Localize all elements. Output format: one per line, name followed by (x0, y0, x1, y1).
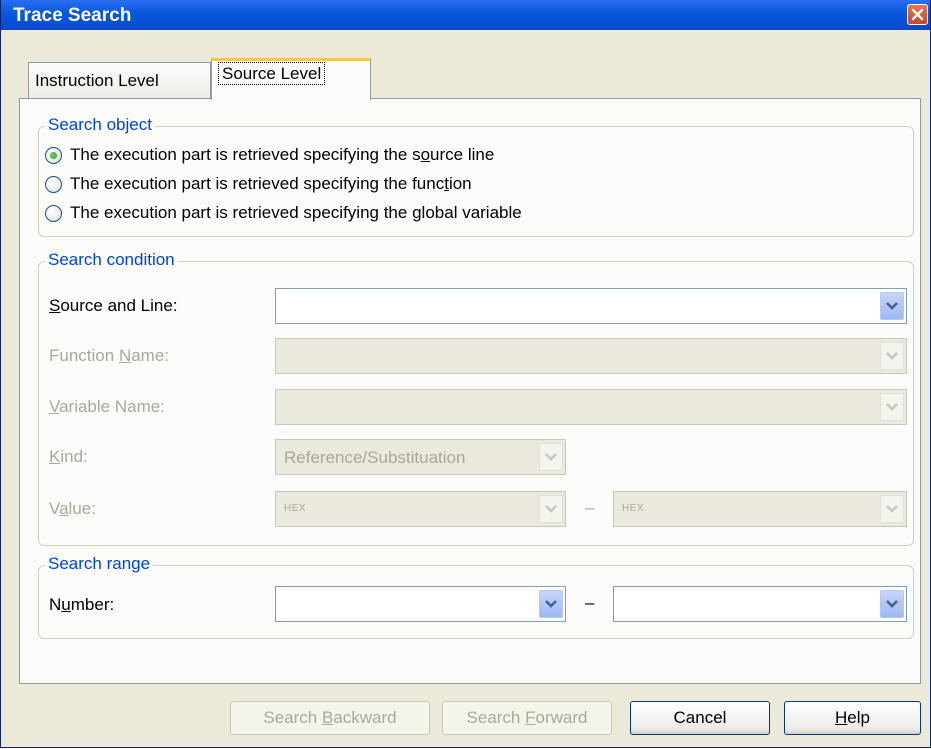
dropdown-button[interactable] (539, 590, 563, 618)
combo-value: Reference/Substituation (284, 448, 466, 467)
function-name-combo[interactable] (275, 338, 907, 374)
source-and-line-label: Source and Line: (49, 296, 178, 315)
search-forward-button[interactable]: Search Forward (442, 701, 612, 735)
search-condition-group: Search condition Source and Line: Functi… (38, 250, 914, 546)
combo-value: HEX (284, 503, 307, 514)
range-dash: – (585, 498, 595, 517)
radio-button[interactable] (45, 205, 62, 222)
value-from-combo[interactable]: HEX (275, 491, 566, 527)
chevron-down-icon (886, 403, 898, 411)
radio-selected-dot (50, 152, 57, 159)
tab-label: Source Level (218, 62, 326, 85)
chevron-down-icon (545, 505, 557, 513)
tab-source-level[interactable]: Source Level (211, 58, 371, 100)
dropdown-button[interactable] (880, 393, 904, 421)
tab-label: Instruction Level (35, 71, 159, 90)
tab-panel-source-level: Search object The execution part is retr… (19, 98, 921, 684)
chevron-down-icon (545, 453, 557, 461)
variable-name-label: Variable Name: (49, 397, 165, 416)
chevron-down-icon (886, 505, 898, 513)
source-and-line-combo[interactable] (275, 288, 907, 324)
group-legend: Search condition (45, 250, 178, 270)
help-button[interactable]: Help (784, 701, 921, 735)
radio-source-line[interactable]: The execution part is retrieved specifyi… (45, 145, 665, 169)
search-range-group: Search range Number: – (38, 554, 914, 639)
chevron-down-icon (886, 302, 898, 310)
value-label: Value: (49, 499, 96, 518)
function-name-label: Function Name: (49, 346, 170, 365)
kind-label: Kind: (49, 447, 88, 466)
number-from-combo[interactable] (275, 586, 566, 622)
combo-value: HEX (622, 503, 645, 514)
range-dash: – (585, 593, 595, 612)
radio-label: The execution part is retrieved specifyi… (70, 203, 522, 222)
group-legend: Search object (45, 115, 155, 135)
radio-global-variable[interactable]: The execution part is retrieved specifyi… (45, 203, 685, 227)
close-icon (911, 8, 924, 21)
number-label: Number: (49, 595, 115, 614)
radio-button[interactable] (45, 176, 62, 193)
dropdown-button[interactable] (539, 443, 563, 471)
group-legend: Search range (45, 554, 154, 574)
chevron-down-icon (886, 352, 898, 360)
window-title: Trace Search (13, 5, 132, 26)
search-backward-button[interactable]: Search Backward (230, 701, 430, 735)
chevron-down-icon (545, 600, 557, 608)
tab-instruction-level[interactable]: Instruction Level (28, 62, 211, 98)
cancel-button[interactable]: Cancel (630, 701, 770, 735)
radio-button[interactable] (45, 147, 62, 164)
trace-search-dialog: Trace Search Instruction Level Source Le… (0, 0, 931, 748)
value-to-combo[interactable]: HEX (613, 491, 907, 527)
dropdown-button[interactable] (880, 495, 904, 523)
dropdown-button[interactable] (539, 495, 563, 523)
radio-label: The execution part is retrieved specifyi… (70, 145, 495, 164)
search-object-group: Search object The execution part is retr… (38, 115, 914, 237)
kind-combo[interactable]: Reference/Substituation (275, 439, 566, 475)
dropdown-button[interactable] (880, 292, 904, 320)
radio-label: The execution part is retrieved specifyi… (70, 174, 472, 193)
chevron-down-icon (886, 600, 898, 608)
radio-function[interactable]: The execution part is retrieved specifyi… (45, 174, 665, 198)
dropdown-button[interactable] (880, 590, 904, 618)
number-to-combo[interactable] (613, 586, 907, 622)
title-bar[interactable]: Trace Search (1, 0, 930, 30)
variable-name-combo[interactable] (275, 389, 907, 425)
dropdown-button[interactable] (880, 342, 904, 370)
close-button[interactable] (907, 4, 928, 25)
